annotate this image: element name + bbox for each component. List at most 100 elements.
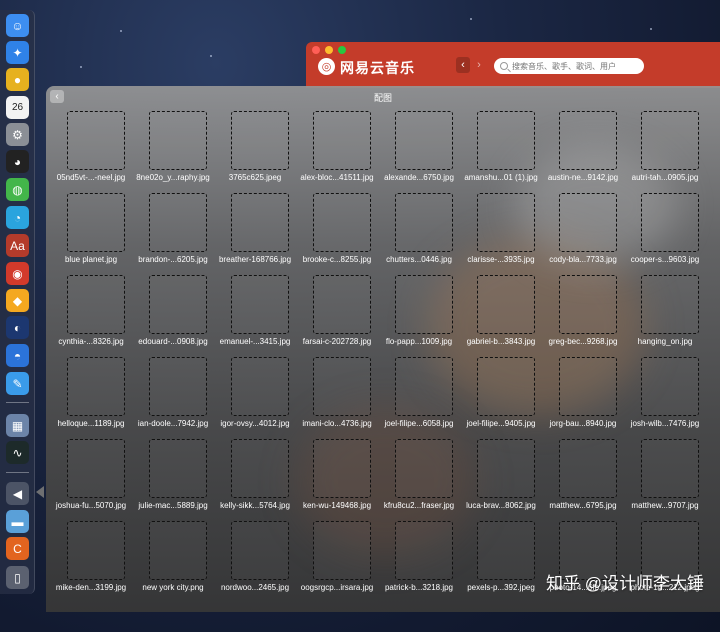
netease-music-icon[interactable]: ◉ — [6, 262, 29, 285]
file-item[interactable]: 05nd5vt-...-neel.jpg — [46, 86, 128, 182]
file-item[interactable]: chutters...0446.jpg — [374, 168, 456, 264]
file-item[interactable]: oogsrgcp...irsara.jpg — [292, 496, 374, 592]
star — [470, 18, 472, 20]
file-item[interactable]: joel-filipe...6058.jpg — [374, 332, 456, 428]
qq-browser-icon[interactable]: ◔ — [6, 206, 29, 229]
file-item[interactable]: edouard-...0908.jpg — [128, 250, 210, 346]
cleaner-icon[interactable]: C — [6, 537, 29, 560]
file-item[interactable]: blue planet.jpg — [46, 168, 128, 264]
file-thumbnail-placeholder — [67, 521, 125, 580]
file-item[interactable]: matthew...9707.jpg — [620, 414, 702, 510]
qq-icon[interactable]: ◕ — [6, 150, 29, 173]
finder-icon[interactable]: ☺ — [6, 14, 29, 37]
file-item[interactable]: flo-papp...1009.jpg — [374, 250, 456, 346]
file-thumbnail-placeholder — [477, 357, 535, 416]
file-item[interactable]: helloque...1189.jpg — [46, 332, 128, 428]
file-item[interactable]: clarisse-...3935.jpg — [456, 168, 538, 264]
file-item[interactable]: hanging_on.jpg — [620, 250, 702, 346]
netease-back-button[interactable]: ‹ — [456, 57, 470, 73]
dictionary-icon[interactable]: Aa — [6, 234, 29, 257]
file-item[interactable]: alex-bloc...41511.jpg — [292, 86, 374, 182]
file-thumbnail-placeholder — [641, 111, 699, 170]
file-item[interactable]: cynthia-...8326.jpg — [46, 250, 128, 346]
file-item[interactable]: cody-bla...7733.jpg — [538, 168, 620, 264]
folder-icon[interactable]: ▬ — [6, 510, 29, 533]
trash-icon[interactable]: ▯ — [6, 566, 29, 589]
file-item[interactable]: autri-tah...0905.jpg — [620, 86, 702, 182]
close-window-button[interactable] — [312, 46, 320, 54]
pixelmator-icon[interactable]: ◓ — [6, 344, 29, 367]
wechat-icon[interactable]: ◍ — [6, 178, 29, 201]
minimize-window-button[interactable] — [325, 46, 333, 54]
file-item[interactable]: josh-wilb...7476.jpg — [620, 332, 702, 428]
file-item[interactable]: imani-clo...4736.jpg — [292, 332, 374, 428]
file-item[interactable]: brandon-...6205.jpg — [128, 168, 210, 264]
sketch-icon[interactable]: ◆ — [6, 289, 29, 312]
netease-search-box[interactable] — [494, 58, 644, 74]
netease-music-window[interactable]: ◎ 网易云音乐 ‹ › — [306, 42, 720, 88]
file-thumbnail-placeholder — [395, 439, 453, 498]
file-thumbnail-placeholder — [313, 111, 371, 170]
file-item[interactable]: alexande...6750.jpg — [374, 86, 456, 182]
file-item[interactable]: 8ne02o_y...raphy.jpg — [128, 86, 210, 182]
file-item[interactable]: photo-14...6fb.jpeg — [538, 496, 620, 592]
file-item[interactable]: gabriel-b...3843.jpg — [456, 250, 538, 346]
file-item[interactable]: 3765c625.jpeg — [210, 86, 292, 182]
file-item[interactable]: emanuel-...3415.jpg — [210, 250, 292, 346]
file-item[interactable]: new york city.png — [128, 496, 210, 592]
file-item[interactable]: julie-mac...5889.jpg — [128, 414, 210, 510]
file-thumbnail-placeholder — [395, 193, 453, 252]
dock-popover-pointer — [36, 486, 44, 498]
back-arrow-icon[interactable]: ◀ — [6, 482, 29, 505]
file-thumbnail-placeholder — [641, 357, 699, 416]
file-grid: 05nd5vt-...-neel.jpg 8ne02o_y...raphy.jpg… — [46, 86, 720, 612]
file-thumbnail-placeholder — [559, 275, 617, 334]
zoom-window-button[interactable] — [338, 46, 346, 54]
file-item[interactable]: igor-ovsy...4012.jpg — [210, 332, 292, 428]
file-thumbnail-placeholder — [67, 275, 125, 334]
file-item[interactable]: ken-wu-149468.jpg — [292, 414, 374, 510]
chrome-icon[interactable]: ● — [6, 68, 29, 91]
system-preferences-icon[interactable]: ⚙ — [6, 123, 29, 146]
netease-search-input[interactable] — [512, 61, 632, 71]
file-item[interactable]: kelly-sikk...5764.jpg — [210, 414, 292, 510]
safari-icon[interactable]: ✦ — [6, 41, 29, 64]
activity-monitor-icon[interactable]: ∿ — [6, 441, 29, 464]
file-item[interactable]: pexels-p...392.jpeg — [456, 496, 538, 592]
file-item[interactable]: brooke-c...8255.jpg — [292, 168, 374, 264]
netease-forward-button[interactable]: › — [472, 57, 486, 73]
file-item[interactable]: jorg-bau...8940.jpg — [538, 332, 620, 428]
file-item[interactable]: farsai-c-202728.jpg — [292, 250, 374, 346]
preview-icon[interactable]: ▦ — [6, 414, 29, 437]
xmind-icon[interactable]: ✎ — [6, 372, 29, 395]
file-item[interactable]: austin-ne...9142.jpg — [538, 86, 620, 182]
star — [650, 28, 652, 30]
calendar-icon[interactable]: 26 — [6, 96, 29, 119]
file-item[interactable]: luca-brav...8062.jpg — [456, 414, 538, 510]
file-item[interactable]: patrick-b...3218.jpg — [374, 496, 456, 592]
file-item[interactable]: matthew...6795.jpg — [538, 414, 620, 510]
file-item[interactable]: breather-168766.jpg — [210, 168, 292, 264]
file-item[interactable]: cooper-s...9603.jpg — [620, 168, 702, 264]
file-thumbnail-placeholder — [149, 521, 207, 580]
file-item[interactable]: joshua-fu...5070.jpg — [46, 414, 128, 510]
file-item[interactable]: mike-den...3199.jpg — [46, 496, 128, 592]
file-item[interactable]: greg-bec...9268.jpg — [538, 250, 620, 346]
file-thumbnail-placeholder — [313, 521, 371, 580]
file-thumbnail-placeholder — [149, 111, 207, 170]
file-thumbnail-placeholder — [477, 111, 535, 170]
file-thumbnail-placeholder — [313, 357, 371, 416]
file-thumbnail-placeholder — [395, 521, 453, 580]
file-item[interactable]: amanshu...01 (1).jpg — [456, 86, 538, 182]
file-thumbnail-placeholder — [231, 193, 289, 252]
file-item[interactable]: nordwoo...2465.jpg — [210, 496, 292, 592]
file-item[interactable]: ian-doole...7942.jpg — [128, 332, 210, 428]
file-item[interactable]: joel-filipe...9405.jpg — [456, 332, 538, 428]
file-thumbnail-placeholder — [559, 439, 617, 498]
file-thumbnail-placeholder — [67, 193, 125, 252]
netease-app-title: 网易云音乐 — [340, 60, 415, 76]
file-item[interactable]: photo-14...212.jpeg — [620, 496, 702, 592]
cinema4d-icon[interactable]: ◐ — [6, 316, 29, 339]
file-thumbnail-placeholder — [231, 439, 289, 498]
file-item[interactable]: kfru8cu2...fraser.jpg — [374, 414, 456, 510]
